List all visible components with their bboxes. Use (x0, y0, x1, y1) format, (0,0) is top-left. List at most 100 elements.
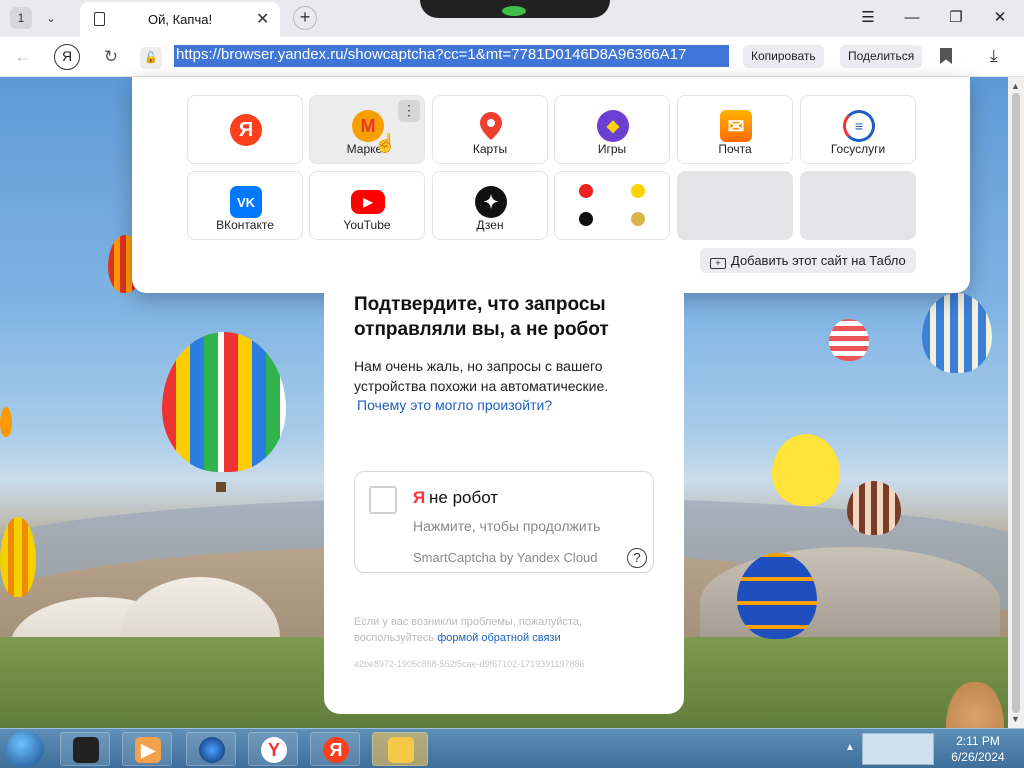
request-id: a2be8972-1905c868-552f5cae-d9f67102-1719… (354, 659, 585, 669)
mini-site-icon (631, 184, 645, 198)
tile-label: Почта (718, 142, 752, 156)
taskbar-app[interactable] (60, 732, 110, 766)
tile-yandex[interactable]: Я (187, 95, 303, 164)
globe-icon (199, 737, 225, 763)
not-robot-checkbox[interactable] (369, 486, 397, 514)
dzen-icon: ✦ (475, 186, 507, 218)
tile-mail[interactable]: ✉ Почта (677, 95, 793, 164)
reload-icon[interactable]: ↻ (98, 45, 124, 69)
yandex-browser-icon: Y (261, 737, 287, 763)
yandex-letter: Я (413, 488, 426, 507)
copy-url-button[interactable]: Копировать (743, 45, 824, 68)
address-bar: ← Я ↻ 🔓 https://browser.yandex.ru/showca… (0, 37, 1024, 77)
close-tab-icon[interactable]: ✕ (256, 9, 269, 29)
tile-label: Госуслуги (830, 142, 886, 156)
taskbar: ▶ Y Я ▲ 2:11 PM 6/26/2024 (0, 728, 1024, 768)
download-icon[interactable]: ⤓ (990, 46, 998, 66)
gosuslugi-icon: ≡ (843, 110, 875, 142)
scroll-down-icon[interactable]: ▼ (1011, 714, 1020, 724)
bookmark-icon[interactable] (940, 48, 952, 64)
tray-expand-icon[interactable]: ▲ (845, 742, 855, 753)
yandex-home-icon[interactable]: Я (54, 44, 80, 70)
captcha-brand: SmartCaptcha by Yandex Cloud (413, 550, 598, 565)
clock-time: 2:11 PM (956, 734, 1000, 748)
active-tab[interactable]: Ой, Капча! ✕ (80, 2, 280, 37)
tile-gosuslugi[interactable]: ≡ Госуслуги (800, 95, 916, 164)
mouse-cursor-icon: ☝ (374, 133, 397, 153)
tile-market[interactable]: M ⋮ Маркет (309, 95, 425, 164)
balloon (737, 553, 817, 639)
taskbar-app[interactable]: ▶ (122, 732, 172, 766)
add-to-tablo-button[interactable]: + Добавить этот сайт на Табло (700, 248, 916, 273)
captcha-hint: Нажмите, чтобы продолжить (413, 518, 601, 534)
tile-folder[interactable] (554, 171, 670, 240)
system-clock[interactable]: 2:11 PM 6/26/2024 (938, 733, 1018, 765)
tile-label: YouTube (343, 218, 391, 232)
yandex-icon: Я (323, 737, 349, 763)
captcha-card: Подтвердите, что запросы отправляли вы, … (324, 270, 684, 714)
maps-icon (475, 110, 507, 142)
chevron-down-icon[interactable]: ⌄ (40, 7, 62, 29)
balloon (772, 434, 840, 506)
more-options-icon[interactable]: ⋮ (398, 100, 420, 122)
mini-site-icon (579, 184, 593, 198)
balloon (0, 407, 12, 437)
captcha-widget[interactable]: Я не робот Нажмите, чтобы продолжить Sma… (354, 471, 654, 573)
tab-count-button[interactable]: 1 (10, 7, 32, 29)
tile-label: Дзен (476, 218, 504, 232)
back-icon[interactable]: ← (10, 45, 36, 69)
start-button[interactable] (6, 731, 44, 767)
minimize-icon[interactable]: — (897, 6, 927, 30)
not-robot-label: не робот (429, 488, 499, 507)
balloon (162, 332, 286, 472)
tile-vk[interactable]: VK ВКонтакте (187, 171, 303, 240)
taskbar-app[interactable] (372, 732, 428, 766)
alice-notch[interactable] (420, 0, 610, 18)
url-field[interactable]: https://browser.yandex.ru/showcaptcha?cc… (174, 45, 729, 67)
captcha-heading: Подтвердите, что запросы отправляли вы, … (354, 294, 609, 340)
youtube-icon: ▶ (351, 190, 385, 214)
tray-preview[interactable] (862, 733, 934, 765)
terminal-icon (73, 737, 99, 763)
balloon (922, 293, 992, 373)
scroll-up-icon[interactable]: ▲ (1011, 81, 1020, 91)
balloon (829, 319, 869, 361)
vk-icon: VK (230, 186, 262, 218)
tile-dzen[interactable]: ✦ Дзен (432, 171, 548, 240)
games-icon: ◆ (597, 110, 629, 142)
document-icon (94, 12, 105, 26)
add-to-tablo-label: Добавить этот сайт на Табло (731, 253, 906, 268)
share-button[interactable]: Поделиться (840, 45, 923, 68)
alice-indicator-icon (502, 6, 526, 16)
feedback-link[interactable]: формой обратной связи (437, 632, 560, 644)
tile-youtube[interactable]: ▶ YouTube (309, 171, 425, 240)
mail-icon: ✉ (720, 110, 752, 142)
captcha-description: Нам очень жаль, но запросы с вашего устр… (354, 358, 609, 394)
media-player-icon: ▶ (135, 737, 161, 763)
yandex-icon: Я (230, 114, 262, 146)
tab-title: Ой, Капча! (148, 12, 213, 27)
taskbar-app[interactable] (186, 732, 236, 766)
tile-empty[interactable] (800, 171, 916, 240)
add-icon: + (710, 258, 726, 269)
tile-empty[interactable] (677, 171, 793, 240)
tile-games[interactable]: ◆ Игры (554, 95, 670, 164)
new-tab-button[interactable]: + (293, 6, 317, 30)
help-icon[interactable]: ? (627, 548, 647, 568)
why-link[interactable]: Почему это могло произойти? (357, 397, 552, 413)
restore-icon[interactable]: ❐ (941, 6, 971, 30)
speed-dial-panel: Я M ⋮ Маркет Карты ◆ Игры ✉ Почта ≡ Госу… (132, 77, 970, 293)
tile-label: Маркет (346, 142, 388, 156)
vertical-scrollbar[interactable]: ▲ ▼ (1008, 77, 1024, 728)
close-window-icon[interactable]: ✕ (985, 6, 1015, 30)
tile-label: Игры (597, 142, 627, 156)
scroll-thumb[interactable] (1012, 93, 1020, 713)
folder-icon (388, 737, 414, 763)
menu-icon[interactable]: ☰ (853, 6, 883, 30)
mini-site-icon (579, 212, 593, 226)
tile-maps[interactable]: Карты (432, 95, 548, 164)
lock-icon[interactable]: 🔓 (140, 47, 162, 69)
taskbar-app[interactable]: Y (248, 732, 298, 766)
taskbar-app[interactable]: Я (310, 732, 360, 766)
balloon (0, 517, 36, 597)
